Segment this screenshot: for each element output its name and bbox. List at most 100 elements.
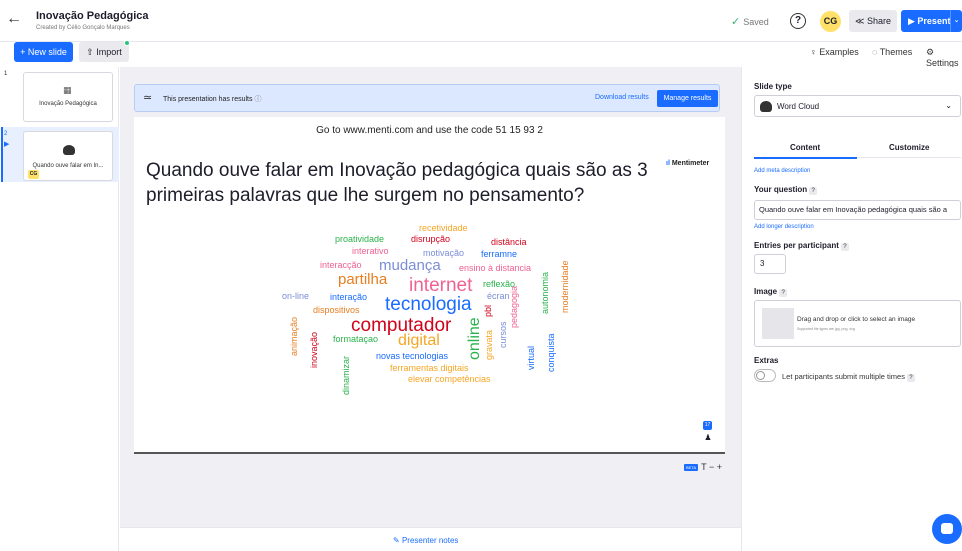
help-icon[interactable]: ? xyxy=(906,374,915,382)
image-placeholder xyxy=(762,308,794,339)
chevron-down-icon[interactable]: ⌄ xyxy=(950,10,962,32)
image-label: Image? xyxy=(754,287,788,297)
word-cloud-word: modernidade xyxy=(560,260,570,313)
slide-number: 1 xyxy=(4,71,8,77)
word-cloud-word: inovação xyxy=(309,331,319,368)
presenter-notes-label: Presenter notes xyxy=(401,536,459,545)
import-label: Import xyxy=(96,47,122,57)
response-count: 17 xyxy=(703,421,712,430)
banner-text: This presentation has results ⓘ xyxy=(163,94,261,104)
chevron-down-icon: ⌄ xyxy=(945,101,952,110)
word-cloud-word: interacção xyxy=(320,260,362,270)
manage-results-button[interactable]: Manage results xyxy=(657,90,718,107)
download-results-link[interactable]: Download results xyxy=(595,94,649,101)
slide-number: 2 xyxy=(4,131,8,137)
examples-label: Examples xyxy=(819,47,859,57)
help-button[interactable]: ? xyxy=(790,13,806,29)
banner-message: This presentation has results xyxy=(163,96,253,103)
slide-thumb-2[interactable]: 2 ▶ Quando ouve falar em In... CG xyxy=(0,127,119,182)
share-button[interactable]: ≪ Share xyxy=(849,10,897,32)
slide-type-select[interactable]: Word Cloud ⌄ xyxy=(754,95,961,117)
back-arrow-icon[interactable]: ← xyxy=(6,10,22,28)
entries-input[interactable]: 3 xyxy=(754,254,786,274)
word-cloud-word: cursos xyxy=(498,321,508,348)
word-cloud-word: online xyxy=(466,317,483,360)
present-button[interactable]: ▶ Present ⌄ xyxy=(901,10,962,32)
person-icon: ♟ xyxy=(702,432,714,444)
pencil-icon: ✎ xyxy=(393,536,402,545)
slide-thumb-1[interactable]: 1 ▦ Inovação Pedagógica xyxy=(0,67,119,127)
cloud-icon xyxy=(760,101,772,112)
word-cloud-word: dinamizar xyxy=(341,355,351,395)
presentation-title[interactable]: Inovação Pedagógica xyxy=(36,10,148,22)
themes-label: Themes xyxy=(879,47,913,57)
word-cloud-word: écran xyxy=(487,291,510,301)
word-cloud-word: tecnologia xyxy=(385,294,472,315)
word-cloud-word: interação xyxy=(330,292,368,302)
present-label: Present xyxy=(917,16,951,26)
word-cloud-word: internet xyxy=(409,275,473,296)
help-icon[interactable]: ? xyxy=(779,289,788,297)
word-cloud-word: interativo xyxy=(352,246,389,256)
word-cloud-word: ferramentas digitais xyxy=(390,363,469,373)
cloud-icon xyxy=(63,145,75,155)
lightbulb-icon: ♀ xyxy=(810,47,820,57)
word-cloud-word: recetividade xyxy=(419,223,468,233)
avatar[interactable]: CG xyxy=(820,11,841,32)
settings-button[interactable]: ⚙ Settings xyxy=(926,47,962,68)
word-cloud-word: proatividade xyxy=(335,234,385,244)
entries-text: Entries per participant xyxy=(754,241,839,250)
word-cloud-word: formataçao xyxy=(333,334,379,344)
word-cloud-word: mudança xyxy=(379,257,441,274)
slide-label: Quando ouve falar em In... xyxy=(32,163,104,169)
add-longer-description-link[interactable]: Add longer description xyxy=(754,224,814,230)
word-cloud-word: novas tecnologias xyxy=(376,351,449,361)
word-cloud-word: pedagogia xyxy=(509,285,519,328)
presentation-author: Created by Célio Gonçalo Marques xyxy=(36,25,130,31)
tab-customize[interactable]: Customize xyxy=(889,143,929,152)
check-icon: ✓ xyxy=(731,16,741,28)
examples-button[interactable]: ♀ Examples xyxy=(810,47,859,57)
palette-icon: ◌ xyxy=(872,47,880,57)
question-input[interactable]: Quando ouve falar em Inovação pedagógica… xyxy=(754,200,961,220)
slide-label: Inovação Pedagógica xyxy=(39,101,97,107)
import-button[interactable]: ⇧ Import xyxy=(79,42,129,62)
multiple-submissions-label: Let participants submit multiple times? xyxy=(782,372,915,382)
your-question-label: Your question? xyxy=(754,185,818,195)
upload-icon: ⇧ xyxy=(86,47,97,57)
word-cloud-word: ferramne xyxy=(481,249,518,259)
help-icon[interactable]: ? xyxy=(809,187,818,195)
image-dropzone[interactable]: Drag and drop or click to select an imag… xyxy=(754,300,961,347)
text-size-label[interactable]: T − + xyxy=(701,462,722,472)
brand-label: Mentimeter xyxy=(671,160,710,167)
share-label: Share xyxy=(866,16,891,26)
join-instructions: Go to www.menti.com and use the code 51 … xyxy=(316,125,543,136)
text-size-controls[interactable]: BETA T − + xyxy=(684,462,722,472)
chat-icon xyxy=(941,523,953,534)
image-text: Image xyxy=(754,287,778,296)
word-cloud-word: partilha xyxy=(338,271,388,288)
image-types-text: Supported file types are jpg, png, svg xyxy=(797,327,855,331)
presenter-notes-button[interactable]: ✎ Presenter notes xyxy=(393,536,458,545)
mentimeter-logo: ıl Mentimeter xyxy=(666,160,709,167)
word-cloud-word: disrupção xyxy=(411,234,451,244)
import-notification-dot xyxy=(124,40,130,46)
word-cloud-word: ensino à distancia xyxy=(459,263,532,273)
slide-type-value: Word Cloud xyxy=(777,102,820,111)
gear-icon: ⚙ xyxy=(926,47,935,57)
slide-type-label: Slide type xyxy=(754,82,792,91)
active-tab-indicator xyxy=(754,157,857,159)
image-drop-text: Drag and drop or click to select an imag… xyxy=(797,316,916,323)
word-cloud-word: elevar competências xyxy=(408,374,491,384)
tab-content[interactable]: Content xyxy=(790,143,820,152)
add-meta-description-link[interactable]: Add meta description xyxy=(754,168,810,174)
multiple-submissions-toggle[interactable] xyxy=(754,369,776,382)
chart-icon: ≃ xyxy=(143,92,153,104)
slide-preview: ▦ Inovação Pedagógica xyxy=(23,72,113,122)
themes-button[interactable]: ◌ Themes xyxy=(872,47,912,57)
info-icon[interactable]: ⓘ xyxy=(254,96,261,103)
chat-support-button[interactable] xyxy=(932,514,962,544)
word-cloud-word: animação xyxy=(289,316,299,356)
help-icon[interactable]: ? xyxy=(840,243,849,251)
new-slide-button[interactable]: + New slide xyxy=(14,42,73,62)
